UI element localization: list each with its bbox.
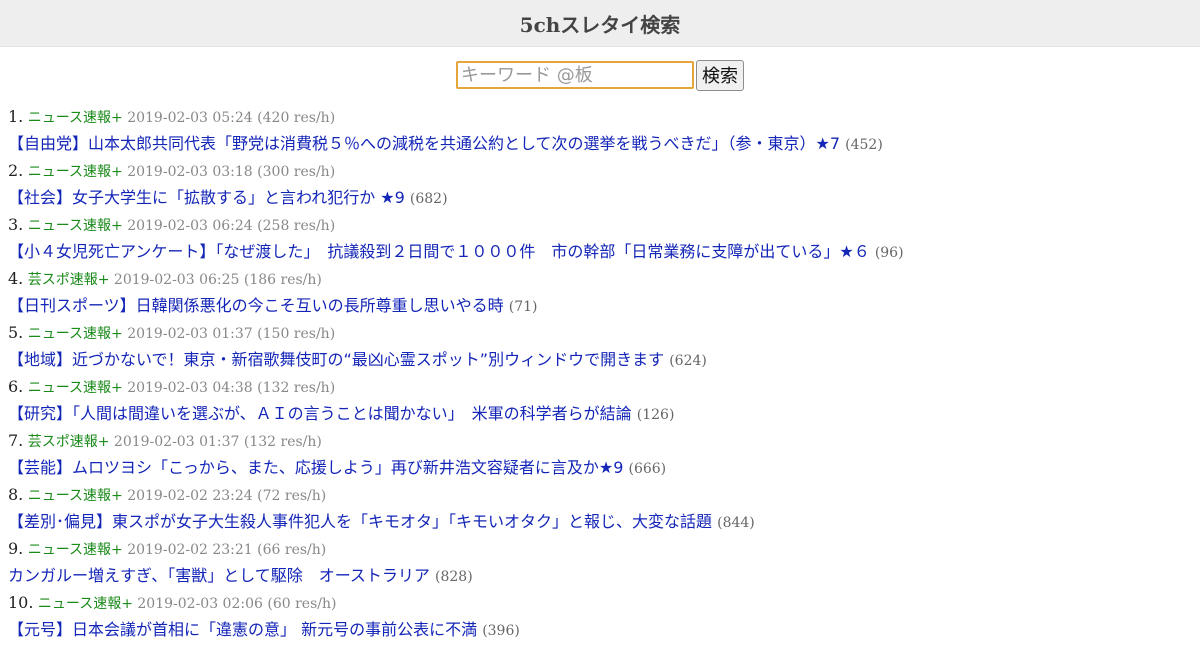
- thread-title-link[interactable]: 【社会】女子大学生に「拡散する」と言われ犯行か ★9: [8, 188, 405, 207]
- search-button[interactable]: 検索: [696, 59, 744, 91]
- result-rate: (300 res/h): [257, 164, 336, 180]
- result-meta: 5. ニュース速報+ 2019-02-03 01:37 (150 res/h): [8, 319, 1200, 346]
- result-title-line: 【小４女児死亡アンケート】「なぜ渡した」 抗議殺到２日間で１０００件 市の幹部「…: [8, 238, 1200, 265]
- result-rate: (420 res/h): [257, 110, 336, 126]
- result-meta: 6. ニュース速報+ 2019-02-03 04:38 (132 res/h): [8, 373, 1200, 400]
- result-date: 2019-02-03 02:06: [137, 596, 263, 612]
- result-date: 2019-02-03 04:38: [127, 380, 253, 396]
- result-title-line: 【差別･偏見】東スポが女子大生殺人事件犯人を「キモオタ」｢キモいオタク」と報じ、…: [8, 508, 1200, 535]
- board-link[interactable]: 芸スポ速報+: [28, 434, 110, 450]
- result-item: 1. ニュース速報+ 2019-02-03 05:24 (420 res/h) …: [8, 103, 1200, 157]
- board-link[interactable]: ニュース速報+: [28, 488, 123, 504]
- result-title-line: 【研究】「人間は間違いを選ぶが、ＡＩの言うことは聞かない」 米軍の科学者らが結論…: [8, 400, 1200, 427]
- board-link[interactable]: ニュース速報+: [28, 542, 123, 558]
- result-number: 1.: [8, 107, 24, 126]
- results-list: 1. ニュース速報+ 2019-02-03 05:24 (420 res/h) …: [0, 99, 1200, 643]
- search-bar: 検索: [0, 47, 1200, 99]
- result-date: 2019-02-03 03:18: [127, 164, 253, 180]
- result-rate: (66 res/h): [257, 542, 327, 558]
- result-item: 3. ニュース速報+ 2019-02-03 06:24 (258 res/h) …: [8, 211, 1200, 265]
- result-title-line: 【社会】女子大学生に「拡散する」と言われ犯行か ★9 (682): [8, 184, 1200, 211]
- result-meta: 4. 芸スポ速報+ 2019-02-03 06:25 (186 res/h): [8, 265, 1200, 292]
- result-date: 2019-02-03 05:24: [127, 110, 253, 126]
- board-link[interactable]: ニュース速報+: [28, 380, 123, 396]
- board-link[interactable]: ニュース速報+: [28, 218, 123, 234]
- result-date: 2019-02-03 01:37: [127, 326, 253, 342]
- response-count: (96): [874, 245, 904, 261]
- result-rate: (72 res/h): [257, 488, 327, 504]
- result-number: 9.: [8, 539, 24, 558]
- result-title-line: カンガルー増えすぎ、「害獣」として駆除 オーストラリア (828): [8, 562, 1200, 589]
- result-date: 2019-02-03 06:24: [127, 218, 253, 234]
- board-link[interactable]: ニュース速報+: [38, 596, 133, 612]
- result-item: 5. ニュース速報+ 2019-02-03 01:37 (150 res/h) …: [8, 319, 1200, 373]
- thread-title-link[interactable]: 【差別･偏見】東スポが女子大生殺人事件犯人を「キモオタ」｢キモいオタク」と報じ、…: [8, 512, 712, 531]
- result-rate: (186 res/h): [243, 272, 322, 288]
- response-count: (624): [669, 353, 707, 369]
- result-title-line: 【日刊スポーツ】日韓関係悪化の今こそ互いの長所尊重し思いやる時 (71): [8, 292, 1200, 319]
- result-number: 8.: [8, 485, 24, 504]
- thread-title-link[interactable]: 【研究】「人間は間違いを選ぶが、ＡＩの言うことは聞かない」 米軍の科学者らが結論: [8, 404, 632, 423]
- result-rate: (150 res/h): [257, 326, 336, 342]
- result-meta: 3. ニュース速報+ 2019-02-03 06:24 (258 res/h): [8, 211, 1200, 238]
- result-rate: (258 res/h): [257, 218, 336, 234]
- result-item: 8. ニュース速報+ 2019-02-02 23:24 (72 res/h) 【…: [8, 481, 1200, 535]
- result-meta: 1. ニュース速報+ 2019-02-03 05:24 (420 res/h): [8, 103, 1200, 130]
- result-number: 6.: [8, 377, 24, 396]
- page-header: 5chスレタイ検索: [0, 0, 1200, 47]
- result-meta: 2. ニュース速報+ 2019-02-03 03:18 (300 res/h): [8, 157, 1200, 184]
- response-count: (71): [508, 299, 538, 315]
- response-count: (396): [482, 623, 520, 639]
- result-date: 2019-02-03 06:25: [113, 272, 240, 288]
- thread-title-link[interactable]: 【自由党】山本太郎共同代表「野党は消費税５％への減税を共通公約として次の選挙を戦…: [8, 134, 840, 153]
- result-meta: 10. ニュース速報+ 2019-02-03 02:06 (60 res/h): [8, 589, 1200, 616]
- board-link[interactable]: 芸スポ速報+: [28, 272, 110, 288]
- board-link[interactable]: ニュース速報+: [28, 110, 123, 126]
- response-count: (828): [435, 569, 473, 585]
- result-number: 4.: [8, 269, 24, 288]
- thread-title-link[interactable]: 【日刊スポーツ】日韓関係悪化の今こそ互いの長所尊重し思いやる時: [8, 296, 504, 315]
- result-item: 10. ニュース速報+ 2019-02-03 02:06 (60 res/h) …: [8, 589, 1200, 643]
- response-count: (844): [717, 515, 755, 531]
- result-number: 7.: [8, 431, 24, 450]
- result-meta: 8. ニュース速報+ 2019-02-02 23:24 (72 res/h): [8, 481, 1200, 508]
- page-title: 5chスレタイ検索: [519, 12, 681, 37]
- response-count: (666): [628, 461, 667, 477]
- result-date: 2019-02-03 01:37: [113, 434, 240, 450]
- result-item: 2. ニュース速報+ 2019-02-03 03:18 (300 res/h) …: [8, 157, 1200, 211]
- result-item: 6. ニュース速報+ 2019-02-03 04:38 (132 res/h) …: [8, 373, 1200, 427]
- result-rate: (60 res/h): [267, 596, 337, 612]
- result-title-line: 【自由党】山本太郎共同代表「野党は消費税５％への減税を共通公約として次の選挙を戦…: [8, 130, 1200, 157]
- result-number: 2.: [8, 161, 24, 180]
- result-meta: 9. ニュース速報+ 2019-02-02 23:21 (66 res/h): [8, 535, 1200, 562]
- thread-title-link[interactable]: 【芸能】ムロツヨシ「こっから、また、応援しよう」再び新井浩文容疑者に言及か★9: [8, 458, 623, 477]
- board-link[interactable]: ニュース速報+: [28, 164, 123, 180]
- result-date: 2019-02-02 23:21: [127, 542, 253, 558]
- response-count: (682): [409, 191, 448, 207]
- board-link[interactable]: ニュース速報+: [28, 326, 123, 342]
- response-count: (452): [845, 137, 883, 153]
- result-number: 3.: [8, 215, 24, 234]
- thread-title-link[interactable]: カンガルー増えすぎ、「害獣」として駆除 オーストラリア: [8, 566, 430, 585]
- result-rate: (132 res/h): [243, 434, 322, 450]
- result-meta: 7. 芸スポ速報+ 2019-02-03 01:37 (132 res/h): [8, 427, 1200, 454]
- result-number: 10.: [8, 593, 34, 612]
- result-title-line: 【地域】近づかないで！東京・新宿歌舞伎町の“最凶心霊スポット”別ウィンドウで開き…: [8, 346, 1200, 373]
- response-count: (126): [636, 407, 675, 423]
- result-item: 4. 芸スポ速報+ 2019-02-03 06:25 (186 res/h) 【…: [8, 265, 1200, 319]
- result-title-line: 【芸能】ムロツヨシ「こっから、また、応援しよう」再び新井浩文容疑者に言及か★9 …: [8, 454, 1200, 481]
- result-number: 5.: [8, 323, 24, 342]
- thread-title-link[interactable]: 【地域】近づかないで！東京・新宿歌舞伎町の“最凶心霊スポット”別ウィンドウで開き…: [8, 350, 664, 369]
- result-item: 7. 芸スポ速報+ 2019-02-03 01:37 (132 res/h) 【…: [8, 427, 1200, 481]
- thread-title-link[interactable]: 【小４女児死亡アンケート】「なぜ渡した」 抗議殺到２日間で１０００件 市の幹部「…: [8, 242, 870, 261]
- search-input[interactable]: [456, 61, 694, 89]
- result-item: 9. ニュース速報+ 2019-02-02 23:21 (66 res/h) カ…: [8, 535, 1200, 589]
- result-rate: (132 res/h): [257, 380, 336, 396]
- result-date: 2019-02-02 23:24: [127, 488, 253, 504]
